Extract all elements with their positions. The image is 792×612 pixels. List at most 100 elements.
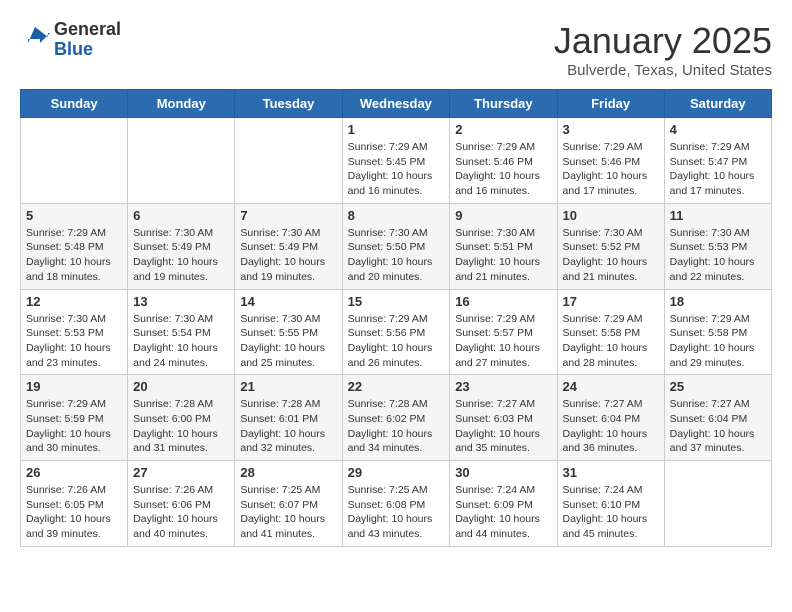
day-info: Sunrise: 7:29 AM Sunset: 5:47 PM Dayligh… <box>670 140 766 199</box>
day-info: Sunrise: 7:29 AM Sunset: 5:57 PM Dayligh… <box>455 312 551 371</box>
calendar-header-row: SundayMondayTuesdayWednesdayThursdayFrid… <box>21 90 772 118</box>
calendar-day-cell: 22 Sunrise: 7:28 AM Sunset: 6:02 PM Dayli… <box>342 375 450 461</box>
calendar-day-cell: 16 Sunrise: 7:29 AM Sunset: 5:57 PM Dayli… <box>450 289 557 375</box>
calendar-day-cell: 6 Sunrise: 7:30 AM Sunset: 5:49 PM Daylig… <box>128 203 235 289</box>
day-number: 6 <box>133 208 229 223</box>
day-info: Sunrise: 7:29 AM Sunset: 5:58 PM Dayligh… <box>563 312 659 371</box>
logo-blue-text: Blue <box>54 40 121 60</box>
day-number: 29 <box>348 465 445 480</box>
page-header: General Blue January 2025 Bulverde, Texa… <box>20 20 772 79</box>
calendar-day-cell: 20 Sunrise: 7:28 AM Sunset: 6:00 PM Dayli… <box>128 375 235 461</box>
day-number: 31 <box>563 465 659 480</box>
day-number: 25 <box>670 379 766 394</box>
day-number: 3 <box>563 122 659 137</box>
calendar-day-cell: 7 Sunrise: 7:30 AM Sunset: 5:49 PM Daylig… <box>235 203 342 289</box>
day-number: 16 <box>455 294 551 309</box>
calendar-day-cell: 9Sunrise: 7:30 AM Sunset: 5:51 PM Daylig… <box>450 203 557 289</box>
day-info: Sunrise: 7:29 AM Sunset: 5:58 PM Dayligh… <box>670 312 766 371</box>
day-number: 11 <box>670 208 766 223</box>
calendar-day-cell: 8Sunrise: 7:30 AM Sunset: 5:50 PM Daylig… <box>342 203 450 289</box>
calendar-day-cell <box>235 118 342 204</box>
day-info: Sunrise: 7:29 AM Sunset: 5:46 PM Dayligh… <box>455 140 551 199</box>
month-title: January 2025 <box>554 20 772 62</box>
calendar-day-cell: 26 Sunrise: 7:26 AM Sunset: 6:05 PM Dayli… <box>21 461 128 547</box>
day-number: 28 <box>240 465 336 480</box>
location-text: Bulverde, Texas, United States <box>554 62 772 79</box>
day-info: Sunrise: 7:26 AM Sunset: 6:06 PM Dayligh… <box>133 483 229 542</box>
day-info: Sunrise: 7:24 AM Sunset: 6:10 PM Dayligh… <box>563 483 659 542</box>
logo: General Blue <box>20 20 121 60</box>
calendar-day-cell: 5 Sunrise: 7:29 AM Sunset: 5:48 PM Daylig… <box>21 203 128 289</box>
day-number: 10 <box>563 208 659 223</box>
day-info: Sunrise: 7:28 AM Sunset: 6:00 PM Dayligh… <box>133 397 229 456</box>
calendar-day-cell: 3 Sunrise: 7:29 AM Sunset: 5:46 PM Daylig… <box>557 118 664 204</box>
day-number: 13 <box>133 294 229 309</box>
day-info: Sunrise: 7:26 AM Sunset: 6:05 PM Dayligh… <box>26 483 122 542</box>
day-info: Sunrise: 7:30 AM Sunset: 5:54 PM Dayligh… <box>133 312 229 371</box>
calendar-day-cell: 30 Sunrise: 7:24 AM Sunset: 6:09 PM Dayli… <box>450 461 557 547</box>
day-info: Sunrise: 7:29 AM Sunset: 5:45 PM Dayligh… <box>348 140 445 199</box>
day-info: Sunrise: 7:27 AM Sunset: 6:04 PM Dayligh… <box>670 397 766 456</box>
day-number: 27 <box>133 465 229 480</box>
calendar-day-cell: 15Sunrise: 7:29 AM Sunset: 5:56 PM Dayli… <box>342 289 450 375</box>
calendar-day-cell: 25 Sunrise: 7:27 AM Sunset: 6:04 PM Dayli… <box>664 375 771 461</box>
day-info: Sunrise: 7:29 AM Sunset: 5:46 PM Dayligh… <box>563 140 659 199</box>
calendar-day-cell <box>664 461 771 547</box>
calendar-day-header: Friday <box>557 90 664 118</box>
day-info: Sunrise: 7:24 AM Sunset: 6:09 PM Dayligh… <box>455 483 551 542</box>
calendar-day-cell: 13 Sunrise: 7:30 AM Sunset: 5:54 PM Dayli… <box>128 289 235 375</box>
day-info: Sunrise: 7:30 AM Sunset: 5:55 PM Dayligh… <box>240 312 336 371</box>
calendar-day-header: Saturday <box>664 90 771 118</box>
calendar-day-cell: 19Sunrise: 7:29 AM Sunset: 5:59 PM Dayli… <box>21 375 128 461</box>
calendar-day-cell: 2 Sunrise: 7:29 AM Sunset: 5:46 PM Daylig… <box>450 118 557 204</box>
day-info: Sunrise: 7:30 AM Sunset: 5:52 PM Dayligh… <box>563 226 659 285</box>
logo-general-text: General <box>54 20 121 40</box>
calendar-day-header: Tuesday <box>235 90 342 118</box>
title-block: January 2025 Bulverde, Texas, United Sta… <box>554 20 772 79</box>
day-number: 14 <box>240 294 336 309</box>
day-info: Sunrise: 7:28 AM Sunset: 6:02 PM Dayligh… <box>348 397 445 456</box>
day-info: Sunrise: 7:30 AM Sunset: 5:49 PM Dayligh… <box>133 226 229 285</box>
calendar-day-cell: 23Sunrise: 7:27 AM Sunset: 6:03 PM Dayli… <box>450 375 557 461</box>
day-number: 23 <box>455 379 551 394</box>
calendar-day-cell: 29Sunrise: 7:25 AM Sunset: 6:08 PM Dayli… <box>342 461 450 547</box>
day-number: 30 <box>455 465 551 480</box>
day-number: 26 <box>26 465 122 480</box>
day-info: Sunrise: 7:28 AM Sunset: 6:01 PM Dayligh… <box>240 397 336 456</box>
day-info: Sunrise: 7:30 AM Sunset: 5:50 PM Dayligh… <box>348 226 445 285</box>
day-number: 7 <box>240 208 336 223</box>
day-number: 19 <box>26 379 122 394</box>
day-number: 18 <box>670 294 766 309</box>
day-number: 17 <box>563 294 659 309</box>
day-info: Sunrise: 7:30 AM Sunset: 5:49 PM Dayligh… <box>240 226 336 285</box>
calendar-day-header: Sunday <box>21 90 128 118</box>
day-number: 2 <box>455 122 551 137</box>
day-info: Sunrise: 7:27 AM Sunset: 6:04 PM Dayligh… <box>563 397 659 456</box>
calendar-day-cell: 21Sunrise: 7:28 AM Sunset: 6:01 PM Dayli… <box>235 375 342 461</box>
day-info: Sunrise: 7:29 AM Sunset: 5:48 PM Dayligh… <box>26 226 122 285</box>
calendar-day-cell: 17 Sunrise: 7:29 AM Sunset: 5:58 PM Dayli… <box>557 289 664 375</box>
day-number: 5 <box>26 208 122 223</box>
calendar-day-cell: 28 Sunrise: 7:25 AM Sunset: 6:07 PM Dayli… <box>235 461 342 547</box>
calendar-day-header: Monday <box>128 90 235 118</box>
calendar-day-cell: 1 Sunrise: 7:29 AM Sunset: 5:45 PM Daylig… <box>342 118 450 204</box>
day-number: 24 <box>563 379 659 394</box>
calendar-day-cell: 31 Sunrise: 7:24 AM Sunset: 6:10 PM Dayli… <box>557 461 664 547</box>
calendar-table: SundayMondayTuesdayWednesdayThursdayFrid… <box>20 89 772 547</box>
calendar-day-header: Thursday <box>450 90 557 118</box>
calendar-day-cell: 10 Sunrise: 7:30 AM Sunset: 5:52 PM Dayli… <box>557 203 664 289</box>
day-info: Sunrise: 7:25 AM Sunset: 6:07 PM Dayligh… <box>240 483 336 542</box>
day-number: 1 <box>348 122 445 137</box>
day-info: Sunrise: 7:30 AM Sunset: 5:53 PM Dayligh… <box>670 226 766 285</box>
calendar-day-cell: 27 Sunrise: 7:26 AM Sunset: 6:06 PM Dayli… <box>128 461 235 547</box>
calendar-day-cell: 14 Sunrise: 7:30 AM Sunset: 5:55 PM Dayli… <box>235 289 342 375</box>
day-info: Sunrise: 7:30 AM Sunset: 5:53 PM Dayligh… <box>26 312 122 371</box>
day-number: 15 <box>348 294 445 309</box>
calendar-week-row: 19Sunrise: 7:29 AM Sunset: 5:59 PM Dayli… <box>21 375 772 461</box>
calendar-week-row: 12Sunrise: 7:30 AM Sunset: 5:53 PM Dayli… <box>21 289 772 375</box>
calendar-week-row: 26 Sunrise: 7:26 AM Sunset: 6:05 PM Dayli… <box>21 461 772 547</box>
day-number: 20 <box>133 379 229 394</box>
day-info: Sunrise: 7:30 AM Sunset: 5:51 PM Dayligh… <box>455 226 551 285</box>
day-number: 22 <box>348 379 445 394</box>
calendar-week-row: 1 Sunrise: 7:29 AM Sunset: 5:45 PM Daylig… <box>21 118 772 204</box>
